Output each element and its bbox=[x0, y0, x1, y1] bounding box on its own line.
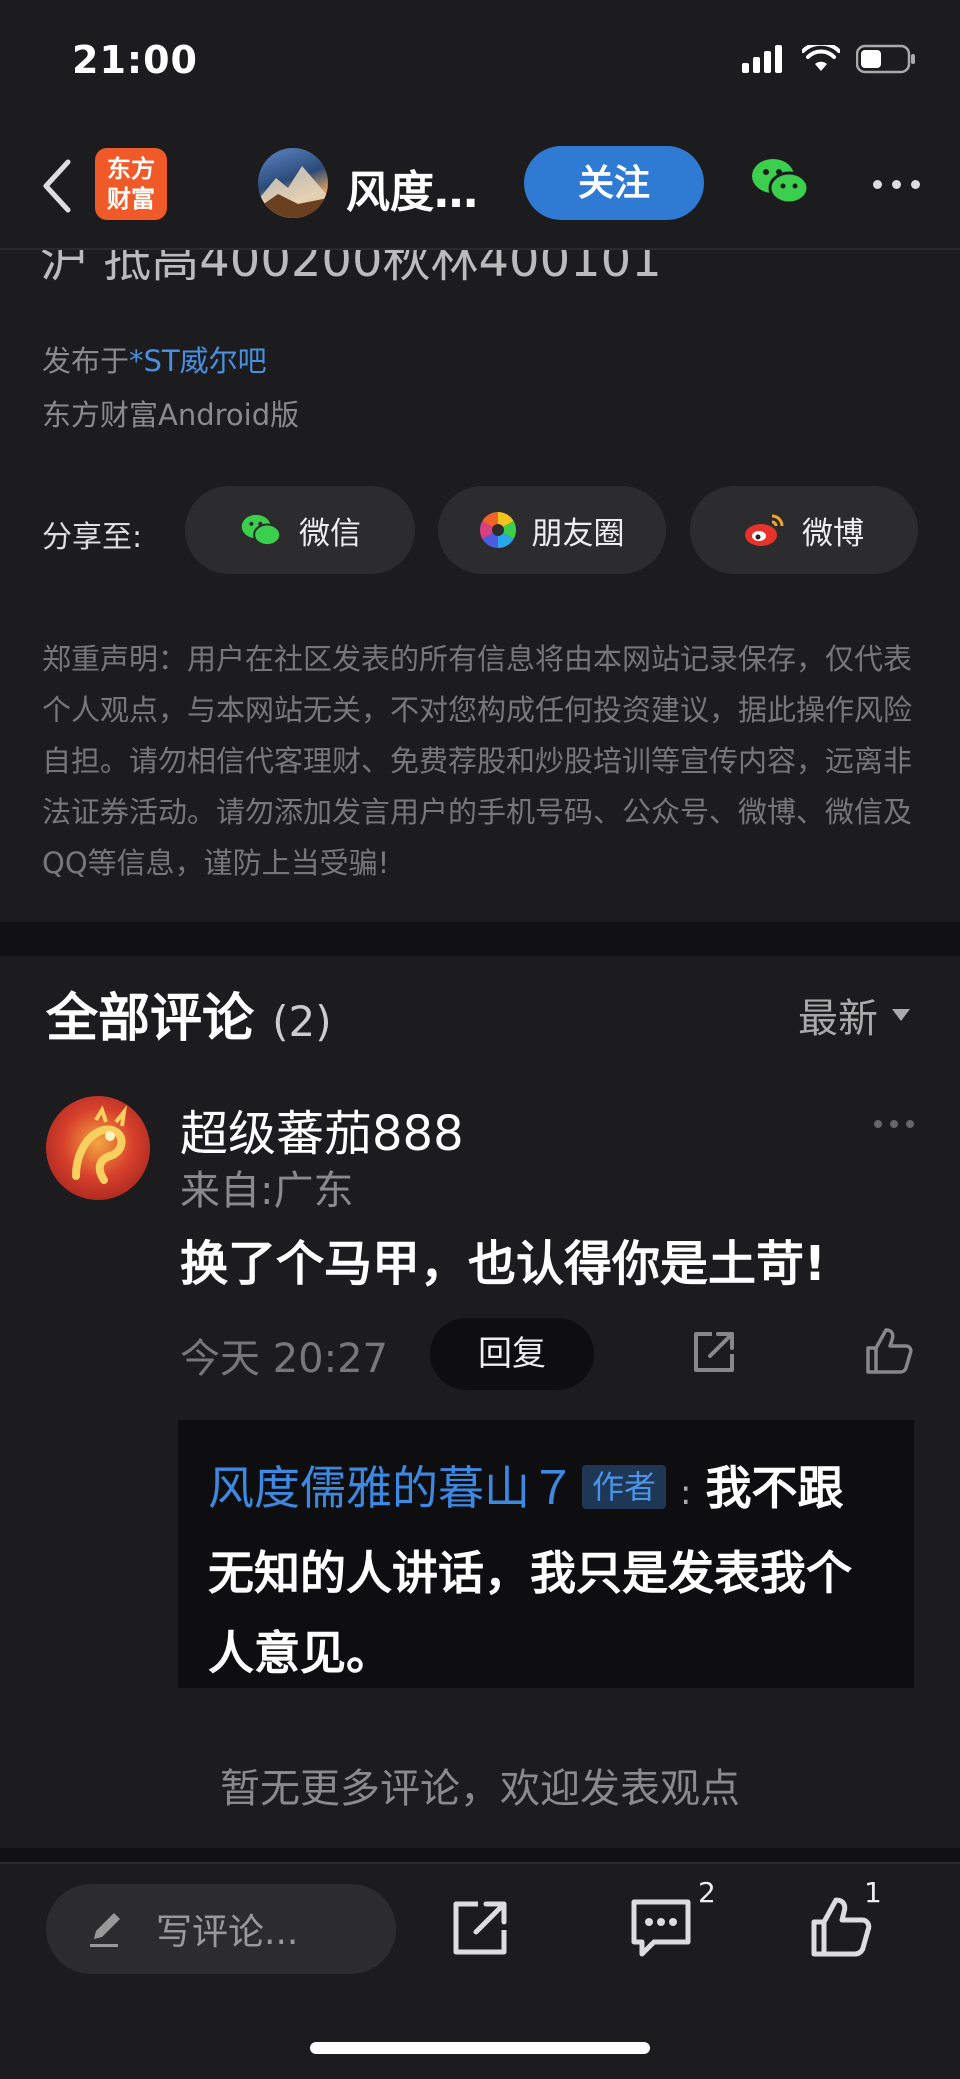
caret-down-icon bbox=[892, 1009, 910, 1021]
reply-colon: : bbox=[680, 1473, 692, 1513]
posted-in: 发布于*ST威尔吧 bbox=[42, 338, 267, 380]
back-arrow-icon[interactable] bbox=[38, 156, 78, 216]
commenter-location: 来自:广东 bbox=[180, 1168, 354, 1214]
sort-label: 最新 bbox=[798, 996, 878, 1042]
home-indicator bbox=[310, 2042, 650, 2054]
comment-count-badge: 2 bbox=[698, 1876, 716, 1909]
reply-author-name[interactable]: 风度儒雅的暮山７ bbox=[208, 1461, 576, 1515]
write-comment-placeholder: 写评论... bbox=[156, 1912, 299, 1953]
comments-title-text: 全部评论 bbox=[46, 989, 255, 1049]
status-bar: 21:00 bbox=[0, 0, 960, 120]
share-row: 分享至: 微信 朋友圈 微博 bbox=[0, 486, 960, 576]
share-wechat-label: 微信 bbox=[299, 515, 361, 552]
disclaimer: 郑重声明：用户在社区发表的所有信息将由本网站记录保存，仅代表个人观点，与本网站无… bbox=[42, 642, 913, 880]
bottom-toolbar: 写评论... 2 1 bbox=[0, 1862, 960, 2079]
pencil-icon bbox=[90, 1913, 120, 1947]
no-more-comments: 暂无更多评论，欢迎发表观点 bbox=[220, 1766, 740, 1812]
battery-icon bbox=[856, 44, 915, 74]
share-moments-label: 朋友圈 bbox=[531, 515, 625, 552]
more-options-icon[interactable] bbox=[873, 180, 920, 189]
bottom-divider bbox=[0, 1848, 960, 1862]
wechat-share-icon[interactable] bbox=[748, 150, 812, 214]
status-time: 21:00 bbox=[72, 38, 198, 82]
nav-author-name[interactable]: 风度… bbox=[346, 156, 478, 220]
author-avatar[interactable] bbox=[258, 148, 328, 218]
logo-line1: 东方 bbox=[107, 155, 155, 183]
like-count-badge: 1 bbox=[864, 1876, 882, 1909]
section-divider bbox=[0, 922, 960, 956]
logo-line2: 财富 bbox=[107, 185, 155, 213]
reply-button[interactable]: 回复 bbox=[430, 1318, 594, 1390]
share-moments-button[interactable]: 朋友圈 bbox=[438, 486, 666, 574]
sort-dropdown[interactable]: 最新 bbox=[798, 986, 910, 1044]
status-icons bbox=[742, 44, 916, 74]
mountain-image-icon bbox=[258, 166, 328, 218]
dragon-image-icon bbox=[72, 1105, 128, 1184]
eastmoney-logo[interactable]: 东方 财富 bbox=[95, 148, 167, 220]
follow-button[interactable]: 关注 bbox=[524, 146, 704, 220]
nav-bar: 东方 财富 风度… 关注 bbox=[0, 120, 960, 250]
post-content: 沪 抵高400200秋林400101 发布于*ST威尔吧 东方财富Android… bbox=[0, 232, 960, 922]
share-weibo-label: 微博 bbox=[802, 515, 864, 552]
share-weibo-button[interactable]: 微博 bbox=[690, 486, 918, 574]
write-comment-input[interactable]: 写评论... bbox=[46, 1884, 396, 1974]
commenter-avatar[interactable] bbox=[46, 1096, 150, 1200]
comment-icon[interactable] bbox=[628, 1894, 694, 1960]
thumbs-up-icon[interactable] bbox=[864, 1326, 914, 1376]
signal-icon bbox=[742, 45, 782, 73]
share-icon[interactable] bbox=[690, 1328, 738, 1376]
comments-title: 全部评论 (2) bbox=[46, 976, 332, 1051]
posted-in-prefix: 发布于 bbox=[42, 344, 130, 378]
comment-time: 今天 20:27 bbox=[180, 1336, 388, 1382]
stock-bar-link[interactable]: *ST威尔吧 bbox=[129, 344, 267, 378]
weibo-icon bbox=[745, 514, 784, 546]
author-reply[interactable]: 风度儒雅的暮山７ 作者: 我不跟无知的人讲话，我只是发表我个人意见。 bbox=[178, 1420, 914, 1688]
share-label: 分享至: bbox=[42, 520, 143, 555]
posted-via: 东方财富Android版 bbox=[42, 398, 300, 432]
author-badge: 作者 bbox=[582, 1465, 667, 1509]
commenter-name[interactable]: 超级蕃茄888 bbox=[180, 1094, 464, 1164]
wifi-icon bbox=[802, 45, 840, 71]
share-wechat-button[interactable]: 微信 bbox=[185, 486, 415, 574]
comments-count: (2) bbox=[272, 997, 332, 1046]
share-icon[interactable] bbox=[448, 1894, 514, 1960]
comment-text: 换了个马甲，也认得你是土苛! bbox=[180, 1236, 826, 1292]
comment-more-icon[interactable] bbox=[874, 1120, 914, 1128]
wechat-icon bbox=[241, 514, 282, 547]
comments-section: 全部评论 (2) 最新 超级蕃茄888 来自:广东 换了个马甲，也认得你是土苛!… bbox=[0, 956, 960, 1856]
moments-icon bbox=[479, 512, 516, 548]
